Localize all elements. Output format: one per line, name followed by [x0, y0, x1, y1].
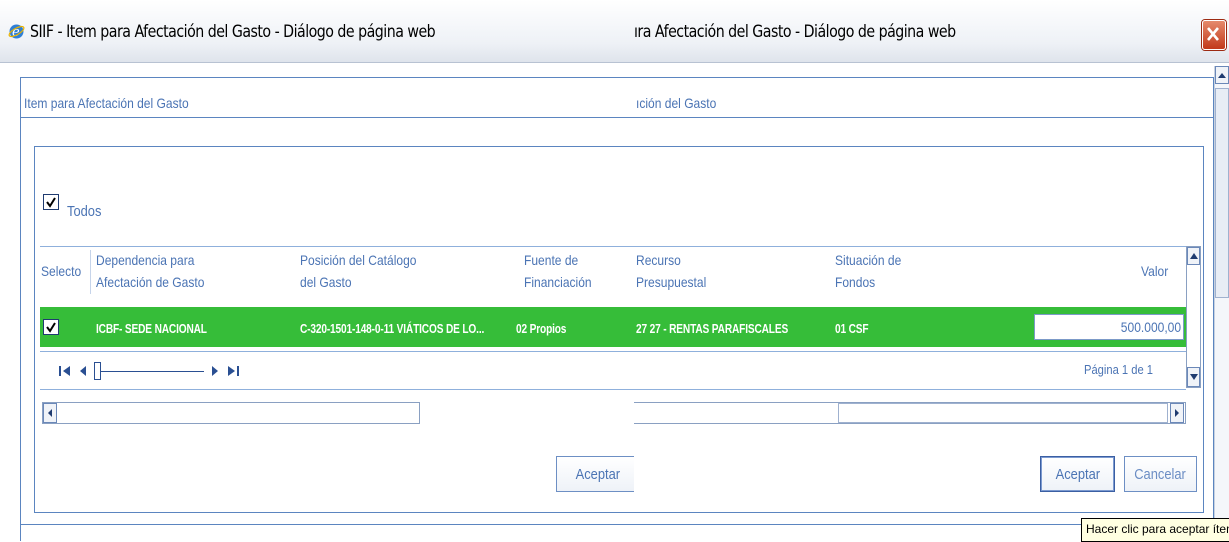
cell-fuente: 02 Propios: [516, 321, 567, 336]
table-scroll-up-button[interactable]: [1187, 247, 1200, 265]
first-page-icon[interactable]: [58, 364, 72, 378]
column-header-situacion-line1[interactable]: Situación de: [835, 249, 901, 271]
todos-label: Todos: [67, 203, 102, 220]
previous-page-icon[interactable]: [78, 364, 88, 378]
accept-tooltip: Hacer clic para aceptar ítems: [1081, 518, 1229, 542]
accept-button[interactable]: Aceptar: [1040, 456, 1115, 492]
column-header-dependencia-line1[interactable]: Dependencia para: [96, 249, 194, 271]
accept-button[interactable]: Aceptar: [556, 456, 634, 492]
cancel-button[interactable]: Cancelar: [1124, 456, 1197, 492]
column-header-dependencia-line2[interactable]: Afectación de Gasto: [96, 271, 204, 293]
next-page-icon[interactable]: [210, 364, 220, 378]
page-slider-thumb[interactable]: [94, 362, 101, 380]
cell-situacion: 01 CSF: [835, 321, 869, 336]
window-vertical-scrollbar[interactable]: [1214, 66, 1229, 541]
column-header-posicion-line1[interactable]: Posición del Catálogo: [300, 249, 416, 271]
inner-frame-bottom: [34, 512, 634, 513]
pager-top-line: [634, 351, 1186, 352]
arrow-down-icon: [1190, 374, 1198, 380]
horizontal-scrollbar[interactable]: [634, 402, 1186, 424]
todos-checkbox[interactable]: [43, 194, 59, 210]
table-top-line: [40, 246, 634, 247]
breadcrumb: ıción del Gasto: [636, 95, 717, 111]
column-header-valor[interactable]: Valor: [1141, 260, 1168, 282]
frame-bottom: [20, 524, 634, 525]
table-scroll-down-button[interactable]: [1187, 367, 1200, 387]
window-scroll-thumb[interactable]: [1215, 88, 1229, 298]
inner-frame-top: [634, 146, 1204, 147]
title-bar: ıra Afectación del Gasto - Diálogo de pá…: [634, 0, 1229, 63]
column-header-fuente-line1[interactable]: Fuente de: [524, 249, 578, 271]
inner-frame-bottom: [634, 512, 1204, 513]
column-header-fuente-line2[interactable]: Financiación: [524, 271, 592, 293]
window-scroll-up-button[interactable]: [1215, 66, 1229, 84]
arrow-up-icon: [1218, 73, 1226, 78]
scroll-right-button[interactable]: [1170, 403, 1184, 423]
column-header-recurso-line2[interactable]: Presupuestal: [636, 271, 706, 293]
arrow-right-icon: [1175, 409, 1179, 417]
pager-bottom-line: [40, 389, 634, 390]
frame-left: [20, 77, 21, 541]
right-dialog-window: ıra Afectación del Gasto - Diálogo de pá…: [634, 0, 1229, 541]
row-select-checkbox[interactable]: [43, 319, 59, 335]
table-top-line: [634, 246, 1186, 247]
close-icon: [1207, 27, 1219, 41]
valor-input[interactable]: 500.000,00: [1034, 314, 1184, 340]
checkmark-icon: [46, 322, 56, 333]
column-header-select[interactable]: Selecto: [41, 260, 81, 282]
left-dialog-window: e SIIF - Item para Afectación del Gasto …: [0, 0, 634, 541]
arrow-left-icon: [48, 409, 52, 417]
column-header-posicion-line2[interactable]: del Gasto: [300, 271, 352, 293]
pager-bottom-line: [634, 389, 1186, 390]
inner-frame-top: [34, 146, 634, 147]
window-title: SIIF - Item para Afectación del Gasto - …: [30, 22, 436, 41]
cell-dependencia: ICBF- SEDE NACIONAL: [96, 321, 207, 336]
breadcrumb-divider: [20, 117, 634, 118]
inner-frame-left: [34, 146, 35, 512]
frame-top: [20, 77, 634, 78]
page-info: Página 1 de 1: [1084, 362, 1154, 377]
close-button[interactable]: [1202, 20, 1226, 50]
last-page-icon[interactable]: [226, 364, 240, 378]
breadcrumb: Item para Afectación del Gasto: [24, 95, 189, 111]
pager-top-line: [40, 351, 634, 352]
inner-frame-right: [1203, 146, 1204, 512]
cell-recurso: 27 27 - RENTAS PARAFISCALES: [636, 321, 789, 336]
table-vertical-scrollbar[interactable]: [1186, 246, 1201, 388]
column-divider: [90, 250, 91, 294]
window-title: ıra Afectación del Gasto - Diálogo de pá…: [634, 22, 956, 41]
page-slider-track[interactable]: [100, 371, 204, 372]
frame-top: [634, 77, 1214, 78]
horizontal-scrollbar[interactable]: [42, 402, 420, 424]
breadcrumb-divider: [634, 117, 1214, 118]
scroll-left-button[interactable]: [43, 403, 57, 423]
internet-explorer-icon: e: [8, 24, 25, 40]
title-bar: e SIIF - Item para Afectación del Gasto …: [0, 0, 634, 63]
column-header-recurso-line1[interactable]: Recurso: [636, 249, 681, 271]
column-header-situacion-line2[interactable]: Fondos: [835, 271, 875, 293]
arrow-up-icon: [1190, 253, 1198, 259]
horizontal-scroll-thumb[interactable]: [838, 403, 1168, 423]
cell-posicion: C-320-1501-148-0-11 VIÁTICOS DE LO...: [300, 321, 485, 336]
checkmark-icon: [46, 197, 56, 208]
